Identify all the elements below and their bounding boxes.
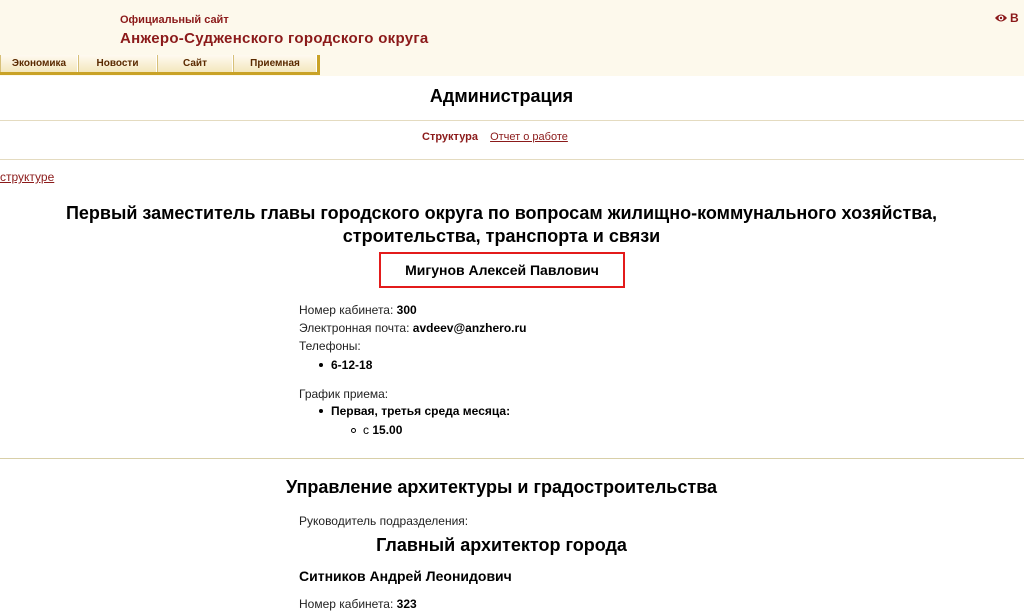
- site-subtitle: Официальный сайт: [120, 14, 229, 26]
- version-link-label: В: [1010, 11, 1019, 25]
- page-title: Администрация: [429, 86, 574, 106]
- person-name: Мигунов Алексей Павлович: [405, 262, 599, 278]
- department-title: Управление архитектуры и градостроительс…: [285, 477, 718, 497]
- position-title: Первый заместитель главы городского окру…: [0, 202, 1003, 248]
- schedule-time-item: с 15.00: [350, 422, 403, 439]
- main-menu: Экономика Новости Сайт Приемная: [0, 55, 320, 75]
- person-name-highlight: Мигунов Алексей Павлович: [379, 252, 625, 288]
- schedule-from-label: с: [363, 423, 369, 437]
- subnav-structure: Структура: [422, 131, 478, 143]
- department-room-value: 323: [396, 597, 417, 611]
- department-head-position: Главный архитектор города: [376, 535, 627, 555]
- schedule-label: График приема:: [299, 387, 389, 401]
- site-title[interactable]: Анжеро-Судженского городского округа: [120, 30, 429, 47]
- sub-navigation: Структура Отчет о работе: [422, 131, 568, 143]
- eye-icon: [995, 14, 1007, 22]
- back-to-structure-link[interactable]: структуре: [0, 170, 54, 184]
- department-room-label: Номер кабинета:: [299, 597, 394, 611]
- room-info: Номер кабинета: 300: [299, 302, 417, 319]
- schedule-from-value: 15.00: [372, 423, 403, 437]
- site-header: Официальный сайт Анжеро-Судженского горо…: [0, 0, 1024, 76]
- phone-item: 6-12-18: [318, 358, 373, 372]
- divider: [0, 159, 1024, 160]
- phones-label: Телефоны:: [299, 339, 361, 353]
- room-value: 300: [396, 303, 417, 317]
- subnav-report-link[interactable]: Отчет о работе: [490, 131, 568, 143]
- room-label: Номер кабинета:: [299, 303, 394, 317]
- position-title-line1: Первый заместитель главы городского окру…: [65, 203, 938, 223]
- email-label: Электронная почта:: [299, 321, 410, 335]
- menu-item-site[interactable]: Сайт: [157, 55, 233, 72]
- menu-item-reception[interactable]: Приемная: [233, 55, 317, 72]
- section-divider: [0, 458, 1024, 459]
- email-value[interactable]: avdeev@anzhero.ru: [413, 321, 527, 335]
- version-link[interactable]: В: [994, 10, 1019, 26]
- email-info: Электронная почта: avdeev@anzhero.ru: [299, 320, 527, 337]
- department-head-label: Руководитель подразделения:: [299, 514, 469, 528]
- schedule-day-item: Первая, третья среда месяца:: [318, 404, 511, 418]
- department-head-name: Ситников Андрей Леонидович: [299, 568, 512, 584]
- department-room-info: Номер кабинета: 323: [299, 596, 417, 613]
- menu-item-economy[interactable]: Экономика: [0, 55, 78, 72]
- menu-item-news[interactable]: Новости: [78, 55, 157, 72]
- divider: [0, 120, 1024, 121]
- position-title-line2: строительства, транспорта и связи: [342, 226, 661, 246]
